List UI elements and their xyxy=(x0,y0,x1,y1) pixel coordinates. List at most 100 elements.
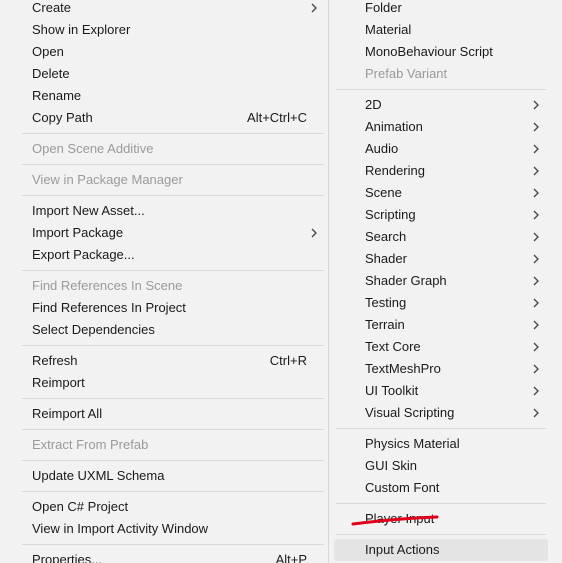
chevron-right-icon xyxy=(533,188,539,198)
menu-item-extract-from-prefab: Extract From Prefab xyxy=(0,434,328,456)
menu-separator xyxy=(22,345,324,346)
menu-separator xyxy=(22,491,324,492)
menu-item-label: Find References In Scene xyxy=(32,278,183,293)
submenu-item-scene[interactable]: Scene xyxy=(330,182,562,204)
menu-item-show-in-explorer[interactable]: Show in Explorer xyxy=(0,19,328,41)
menu-item-label: Material xyxy=(365,22,412,37)
menu-item-properties[interactable]: Properties... Alt+P xyxy=(0,549,328,563)
menu-item-label: Reimport xyxy=(32,375,85,390)
menu-item-label: Search xyxy=(365,229,407,244)
menu-item-reimport[interactable]: Reimport xyxy=(0,372,328,394)
chevron-right-icon xyxy=(533,298,539,308)
menu-item-label: Copy Path xyxy=(32,110,93,125)
menu-separator xyxy=(22,544,324,545)
submenu-item-2d[interactable]: 2D xyxy=(330,94,562,116)
chevron-right-icon xyxy=(533,210,539,220)
menu-item-open[interactable]: Open xyxy=(0,41,328,63)
menu-item-label: 2D xyxy=(365,97,382,112)
menu-item-update-uxml-schema[interactable]: Update UXML Schema xyxy=(0,465,328,487)
menu-separator xyxy=(22,398,324,399)
menu-item-label: Select Dependencies xyxy=(32,322,155,337)
context-menu: Create Show in Explorer Open Delete Rena… xyxy=(0,0,329,563)
submenu-item-text-core[interactable]: Text Core xyxy=(330,336,562,358)
menu-item-label: Custom Font xyxy=(365,480,440,495)
menu-item-label: Delete xyxy=(32,66,70,81)
menu-item-label: Import Package xyxy=(32,225,124,240)
shortcut-label: Ctrl+R xyxy=(269,353,307,368)
submenu-item-gui-skin[interactable]: GUI Skin xyxy=(330,455,562,477)
chevron-right-icon xyxy=(533,276,539,286)
submenu-item-custom-font[interactable]: Custom Font xyxy=(330,477,562,499)
menu-separator xyxy=(22,164,324,165)
menu-item-open-csharp-project[interactable]: Open C# Project xyxy=(0,496,328,518)
chevron-right-icon xyxy=(533,254,539,264)
submenu-item-monobehaviour-script[interactable]: MonoBehaviour Script xyxy=(330,41,562,63)
menu-item-find-references-in-scene: Find References In Scene xyxy=(0,275,328,297)
menu-item-label: Open C# Project xyxy=(32,499,129,514)
menu-item-rename[interactable]: Rename xyxy=(0,85,328,107)
menu-item-refresh[interactable]: Refresh Ctrl+R xyxy=(0,350,328,372)
menu-item-label: Physics Material xyxy=(365,436,460,451)
menu-item-label: Find References In Project xyxy=(32,300,186,315)
submenu-item-shader[interactable]: Shader xyxy=(330,248,562,270)
menu-item-view-in-package-manager: View in Package Manager xyxy=(0,169,328,191)
menu-item-label: Show in Explorer xyxy=(32,22,131,37)
shortcut-label: Alt+P xyxy=(275,552,307,563)
menu-separator xyxy=(22,133,324,134)
menu-item-reimport-all[interactable]: Reimport All xyxy=(0,403,328,425)
menu-item-label: Scripting xyxy=(365,207,416,222)
menu-item-select-dependencies[interactable]: Select Dependencies xyxy=(0,319,328,341)
submenu-item-ui-toolkit[interactable]: UI Toolkit xyxy=(330,380,562,402)
chevron-right-icon xyxy=(533,320,539,330)
menu-item-label: Testing xyxy=(365,295,407,310)
submenu-item-shader-graph[interactable]: Shader Graph xyxy=(330,270,562,292)
chevron-right-icon xyxy=(533,342,539,352)
menu-item-import-package[interactable]: Import Package xyxy=(0,222,328,244)
submenu-item-textmeshpro[interactable]: TextMeshPro xyxy=(330,358,562,380)
submenu-item-animation[interactable]: Animation xyxy=(330,116,562,138)
submenu-item-visual-scripting[interactable]: Visual Scripting xyxy=(330,402,562,424)
submenu-item-folder[interactable]: Folder xyxy=(330,0,562,19)
chevron-right-icon xyxy=(311,3,317,13)
menu-item-label: Animation xyxy=(365,119,423,134)
menu-item-view-in-import-activity-window[interactable]: View in Import Activity Window xyxy=(0,518,328,540)
chevron-right-icon xyxy=(533,364,539,374)
menu-item-label: Visual Scripting xyxy=(365,405,455,420)
menu-item-label: Audio xyxy=(365,141,399,156)
menu-item-label: Rename xyxy=(32,88,82,103)
menu-item-export-package[interactable]: Export Package... xyxy=(0,244,328,266)
menu-item-copy-path[interactable]: Copy Path Alt+Ctrl+C xyxy=(0,107,328,129)
menu-item-label: Reimport All xyxy=(32,406,103,421)
submenu-item-search[interactable]: Search xyxy=(330,226,562,248)
submenu-item-rendering[interactable]: Rendering xyxy=(330,160,562,182)
chevron-right-icon xyxy=(533,166,539,176)
menu-item-label: Prefab Variant xyxy=(365,66,448,81)
chevron-right-icon xyxy=(311,228,317,238)
submenu-item-physics-material[interactable]: Physics Material xyxy=(330,433,562,455)
submenu-item-terrain[interactable]: Terrain xyxy=(330,314,562,336)
submenu-item-material[interactable]: Material xyxy=(330,19,562,41)
submenu-item-input-actions[interactable]: Input Actions xyxy=(334,539,548,561)
menu-item-create[interactable]: Create xyxy=(0,0,328,19)
menu-item-label: Properties... xyxy=(32,552,103,563)
menu-item-label: View in Import Activity Window xyxy=(32,521,209,536)
menu-item-label: Export Package... xyxy=(32,247,135,262)
menu-item-label: Import New Asset... xyxy=(32,203,145,218)
menu-item-label: Create xyxy=(32,0,72,15)
menu-item-label: Update UXML Schema xyxy=(32,468,165,483)
create-submenu: Folder Material MonoBehaviour Script Pre… xyxy=(330,0,562,563)
menu-item-label: Rendering xyxy=(365,163,425,178)
menu-item-label: Refresh xyxy=(32,353,78,368)
menu-item-label: View in Package Manager xyxy=(32,172,183,187)
submenu-item-testing[interactable]: Testing xyxy=(330,292,562,314)
chevron-right-icon xyxy=(533,100,539,110)
submenu-item-audio[interactable]: Audio xyxy=(330,138,562,160)
menu-item-find-references-in-project[interactable]: Find References In Project xyxy=(0,297,328,319)
red-underline-annotation xyxy=(351,515,439,526)
menu-item-delete[interactable]: Delete xyxy=(0,63,328,85)
submenu-item-scripting[interactable]: Scripting xyxy=(330,204,562,226)
menu-item-label: Shader Graph xyxy=(365,273,447,288)
menu-item-label: MonoBehaviour Script xyxy=(365,44,493,59)
menu-item-import-new-asset[interactable]: Import New Asset... xyxy=(0,200,328,222)
menu-item-label: Scene xyxy=(365,185,402,200)
